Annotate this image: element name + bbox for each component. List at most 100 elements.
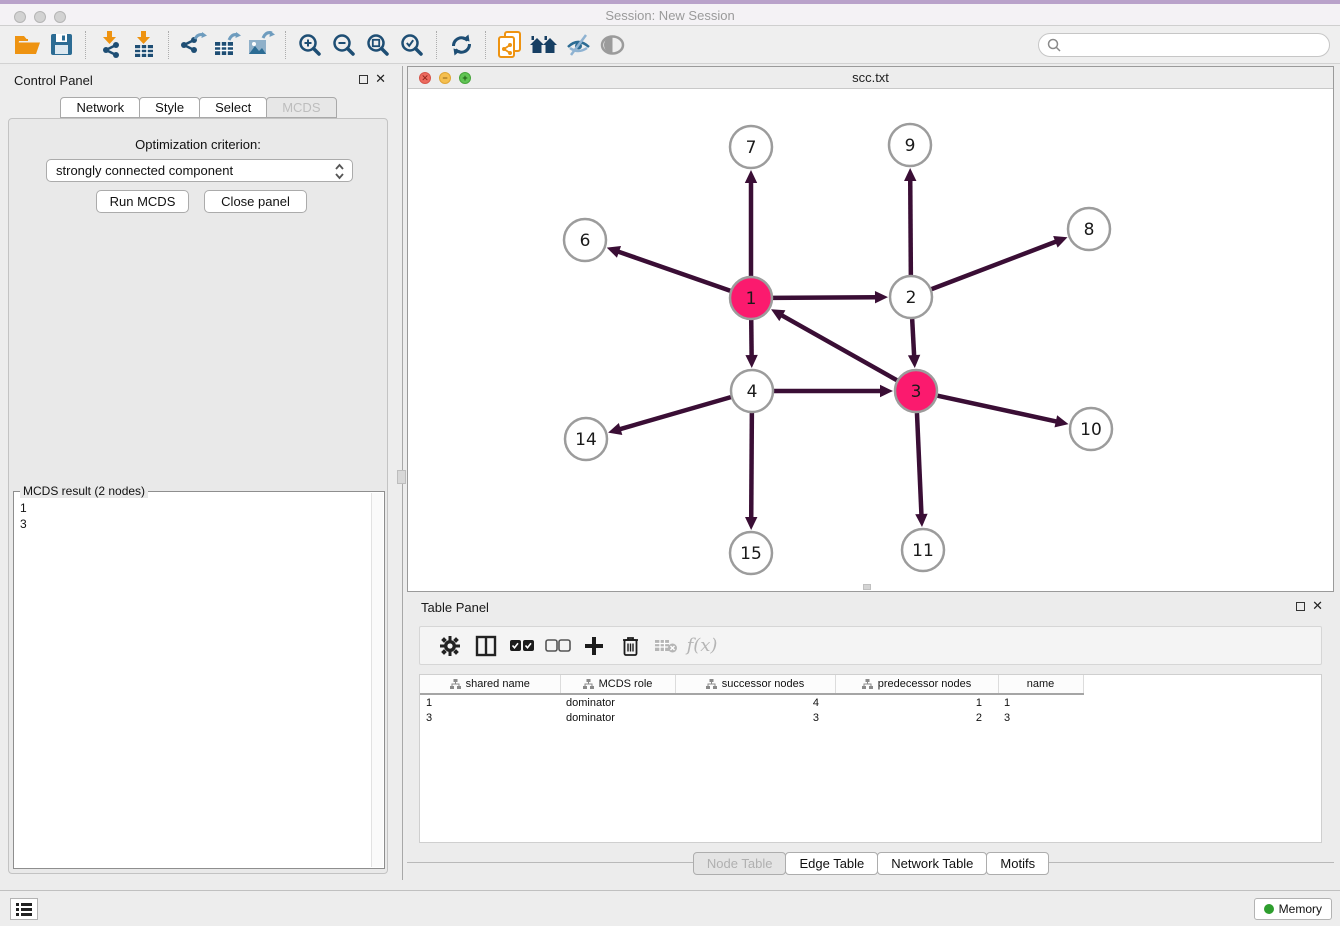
network-window-title: scc.txt (408, 70, 1333, 85)
run-mcds-button[interactable]: Run MCDS (96, 190, 189, 213)
tab-select[interactable]: Select (199, 97, 267, 118)
panel-splitter[interactable] (396, 66, 407, 880)
column-header-mcds-role[interactable]: MCDS role (560, 675, 675, 694)
zoom-in-icon[interactable] (293, 29, 327, 61)
graph-edge-2-3[interactable] (912, 319, 914, 357)
splitter-handle-icon[interactable] (397, 470, 406, 484)
cell-name[interactable]: 3 (998, 710, 1083, 726)
close-panel-button[interactable]: Close panel (204, 190, 307, 213)
canvas-splitter-grip[interactable] (863, 584, 871, 590)
graph-edge-1-6[interactable] (617, 251, 730, 291)
cell-predecessor-nodes[interactable]: 1 (835, 694, 998, 710)
column-type-icon (706, 679, 717, 689)
zoom-fit-icon[interactable] (361, 29, 395, 61)
mcds-result-title: MCDS result (2 nodes) (20, 484, 148, 498)
new-network-from-selection-icon[interactable] (493, 29, 527, 61)
import-table-icon[interactable] (127, 29, 161, 61)
export-image-icon[interactable] (244, 29, 278, 61)
column-header-shared-name[interactable]: shared name (420, 675, 560, 694)
delete-column-icon[interactable] (612, 631, 648, 661)
deselect-all-columns-icon[interactable] (540, 631, 576, 661)
tab-motifs[interactable]: Motifs (986, 852, 1049, 875)
zoom-out-icon[interactable] (327, 29, 361, 61)
zoom-selected-icon[interactable] (395, 29, 429, 61)
create-column-icon[interactable] (576, 631, 612, 661)
tab-edge-table[interactable]: Edge Table (785, 852, 878, 875)
graph-edge-2-9[interactable] (910, 179, 911, 275)
graph-edge-arrow-icon (608, 423, 622, 435)
close-table-panel-icon[interactable]: ✕ (1312, 598, 1323, 614)
table-row[interactable]: 1 dominator 4 1 1 (420, 694, 1083, 710)
column-type-icon (862, 679, 873, 689)
show-column-panel-icon[interactable] (468, 631, 504, 661)
save-session-icon[interactable] (44, 29, 78, 61)
open-session-icon[interactable] (10, 29, 44, 61)
column-header-successor-nodes[interactable]: successor nodes (675, 675, 835, 694)
table-settings-gear-icon[interactable] (432, 631, 468, 661)
toolbar-separator (436, 31, 437, 59)
memory-button[interactable]: Memory (1254, 898, 1332, 920)
graph-edge-arrow-icon (745, 517, 757, 530)
search-box[interactable] (1038, 33, 1330, 57)
tab-style[interactable]: Style (139, 97, 200, 118)
tab-network-table[interactable]: Network Table (877, 852, 987, 875)
fx-label: f(x) (687, 635, 718, 656)
graph-node-label: 2 (906, 288, 917, 308)
node-table[interactable]: shared name MCDS role successor nodes pr… (419, 674, 1322, 843)
graph-edge-1-2[interactable] (773, 297, 877, 298)
search-input[interactable] (1062, 38, 1312, 52)
cell-predecessor-nodes[interactable]: 2 (835, 710, 998, 726)
task-history-button[interactable] (10, 898, 38, 920)
session-title: Session: New Session (0, 8, 1340, 23)
cell-successor-nodes[interactable]: 4 (675, 694, 835, 710)
mcds-result-text[interactable]: 1 3 (16, 500, 370, 866)
graph-node-label: 3 (911, 382, 922, 402)
cell-mcds-role[interactable]: dominator (560, 694, 675, 710)
graph-node-label: 4 (747, 382, 758, 402)
tab-network[interactable]: Network (60, 97, 140, 118)
cell-successor-nodes[interactable]: 3 (675, 710, 835, 726)
network-canvas[interactable]: 7968124314101511 (408, 89, 1333, 591)
network-window-titlebar[interactable]: ✕ − + scc.txt (408, 67, 1333, 89)
graph-edge-4-15[interactable] (751, 413, 752, 519)
float-panel-icon[interactable] (359, 75, 368, 84)
cell-shared-name[interactable]: 1 (420, 694, 560, 710)
graph-node-label: 9 (905, 136, 916, 156)
delete-table-icon (648, 631, 684, 661)
table-header-row[interactable]: shared name MCDS role successor nodes pr… (420, 675, 1083, 694)
select-all-columns-icon[interactable] (504, 631, 540, 661)
toolbar-separator (285, 31, 286, 59)
network-graph[interactable]: 7968124314101511 (408, 89, 1333, 591)
cell-mcds-role[interactable]: dominator (560, 710, 675, 726)
show-all-icon[interactable] (595, 29, 629, 61)
tab-mcds[interactable]: MCDS (266, 97, 336, 118)
graph-edge-3-10[interactable] (937, 396, 1057, 422)
table-row[interactable]: 3 dominator 3 2 3 (420, 710, 1083, 726)
apply-layout-icon[interactable] (444, 29, 478, 61)
column-header-predecessor-nodes[interactable]: predecessor nodes (835, 675, 998, 694)
first-neighbors-icon[interactable] (527, 29, 561, 61)
close-panel-icon[interactable]: ✕ (375, 71, 386, 87)
toolbar-separator (85, 31, 86, 59)
graph-edge-4-14[interactable] (619, 397, 731, 429)
graph-edge-arrow-icon (875, 291, 888, 303)
graph-edge-2-8[interactable] (932, 241, 1058, 289)
import-network-icon[interactable] (93, 29, 127, 61)
graph-edge-3-11[interactable] (917, 413, 922, 516)
hide-selected-icon[interactable] (561, 29, 595, 61)
list-icon (15, 901, 33, 917)
mcds-result-scrollbar[interactable] (371, 493, 383, 867)
export-table-icon[interactable] (210, 29, 244, 61)
cell-name[interactable]: 1 (998, 694, 1083, 710)
column-header-name[interactable]: name (998, 675, 1083, 694)
optimization-criterion-label: Optimization criterion: (9, 137, 387, 152)
mcds-result-box: MCDS result (2 nodes) 1 3 (13, 491, 385, 869)
tab-node-table[interactable]: Node Table (693, 852, 787, 875)
cell-shared-name[interactable]: 3 (420, 710, 560, 726)
float-table-panel-icon[interactable] (1296, 602, 1305, 611)
table-panel-title: Table Panel (421, 600, 489, 615)
criterion-select[interactable]: strongly connected component (46, 159, 353, 182)
graph-edge-3-1[interactable] (781, 315, 897, 381)
export-network-icon[interactable] (176, 29, 210, 61)
graph-node-label: 7 (746, 138, 757, 158)
